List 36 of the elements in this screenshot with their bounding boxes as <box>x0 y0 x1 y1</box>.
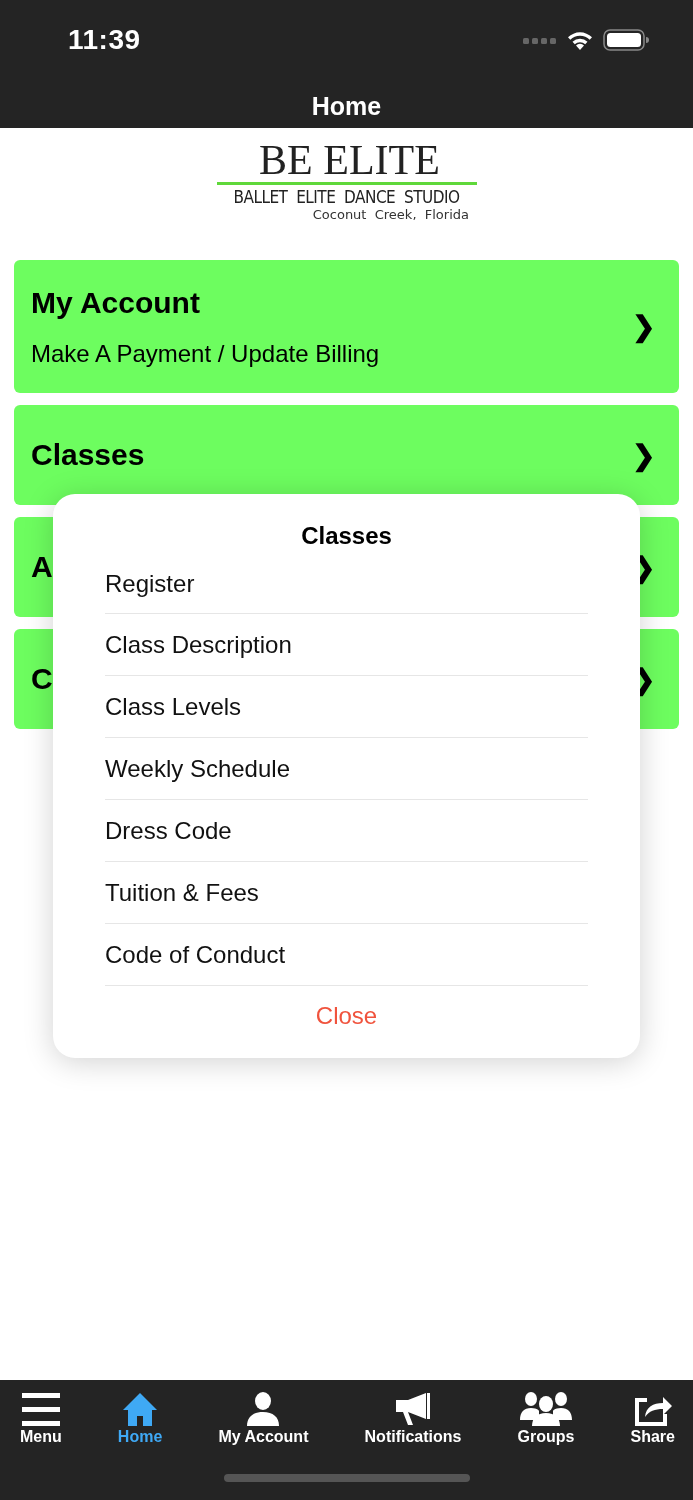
group-icon <box>518 1392 573 1426</box>
popup-title: Classes <box>300 522 393 550</box>
signal-icon <box>523 36 557 44</box>
tab-item[interactable]: Menu <box>20 1392 62 1446</box>
home-icon <box>122 1392 159 1426</box>
chevron-icon: ❯ <box>632 310 655 343</box>
card-title: My Account <box>31 285 201 320</box>
menu-card[interactable]: My Account Make A Payment / Update Billing ❯ <box>14 260 679 393</box>
popup-option[interactable]: Code of Conduct <box>105 924 588 986</box>
tab-item[interactable]: My Account <box>218 1392 309 1446</box>
popup-option[interactable]: Class Levels <box>105 676 588 738</box>
person-icon <box>246 1392 281 1426</box>
battery-icon <box>603 29 649 51</box>
screen-title: Home <box>310 92 383 121</box>
popup-option[interactable]: Register <box>105 562 588 614</box>
logo-name: BE ELITE <box>259 140 440 180</box>
tab-item[interactable]: Groups <box>517 1392 575 1446</box>
tab-item[interactable]: Home <box>117 1392 163 1446</box>
chevron-icon: ❯ <box>632 438 655 472</box>
card-title: C <box>31 662 53 696</box>
card-title: Classes <box>31 438 145 472</box>
wifi-icon <box>567 30 593 50</box>
popup-option[interactable]: Weekly Schedule <box>105 738 588 800</box>
status-time: 11:39 <box>68 24 141 56</box>
logo-subtitle: BALLET ELITE DANCE STUDIO <box>233 187 460 207</box>
tab-item[interactable]: Notifications <box>364 1392 462 1446</box>
logo-location: Coconut Creek, Florida <box>312 207 469 222</box>
card-title: A <box>31 550 53 584</box>
menu-icon <box>20 1392 61 1426</box>
card-subtitle: Make A Payment / Update Billing <box>31 339 380 368</box>
popup-option[interactable]: Tuition & Fees <box>105 862 588 924</box>
popup-option[interactable]: Dress Code <box>105 800 588 862</box>
tab-item[interactable]: Share <box>630 1392 675 1446</box>
menu-card[interactable]: Classes ❯ <box>14 405 679 505</box>
popup-option[interactable]: Class Description <box>105 614 588 676</box>
megaphone-icon <box>395 1392 431 1426</box>
